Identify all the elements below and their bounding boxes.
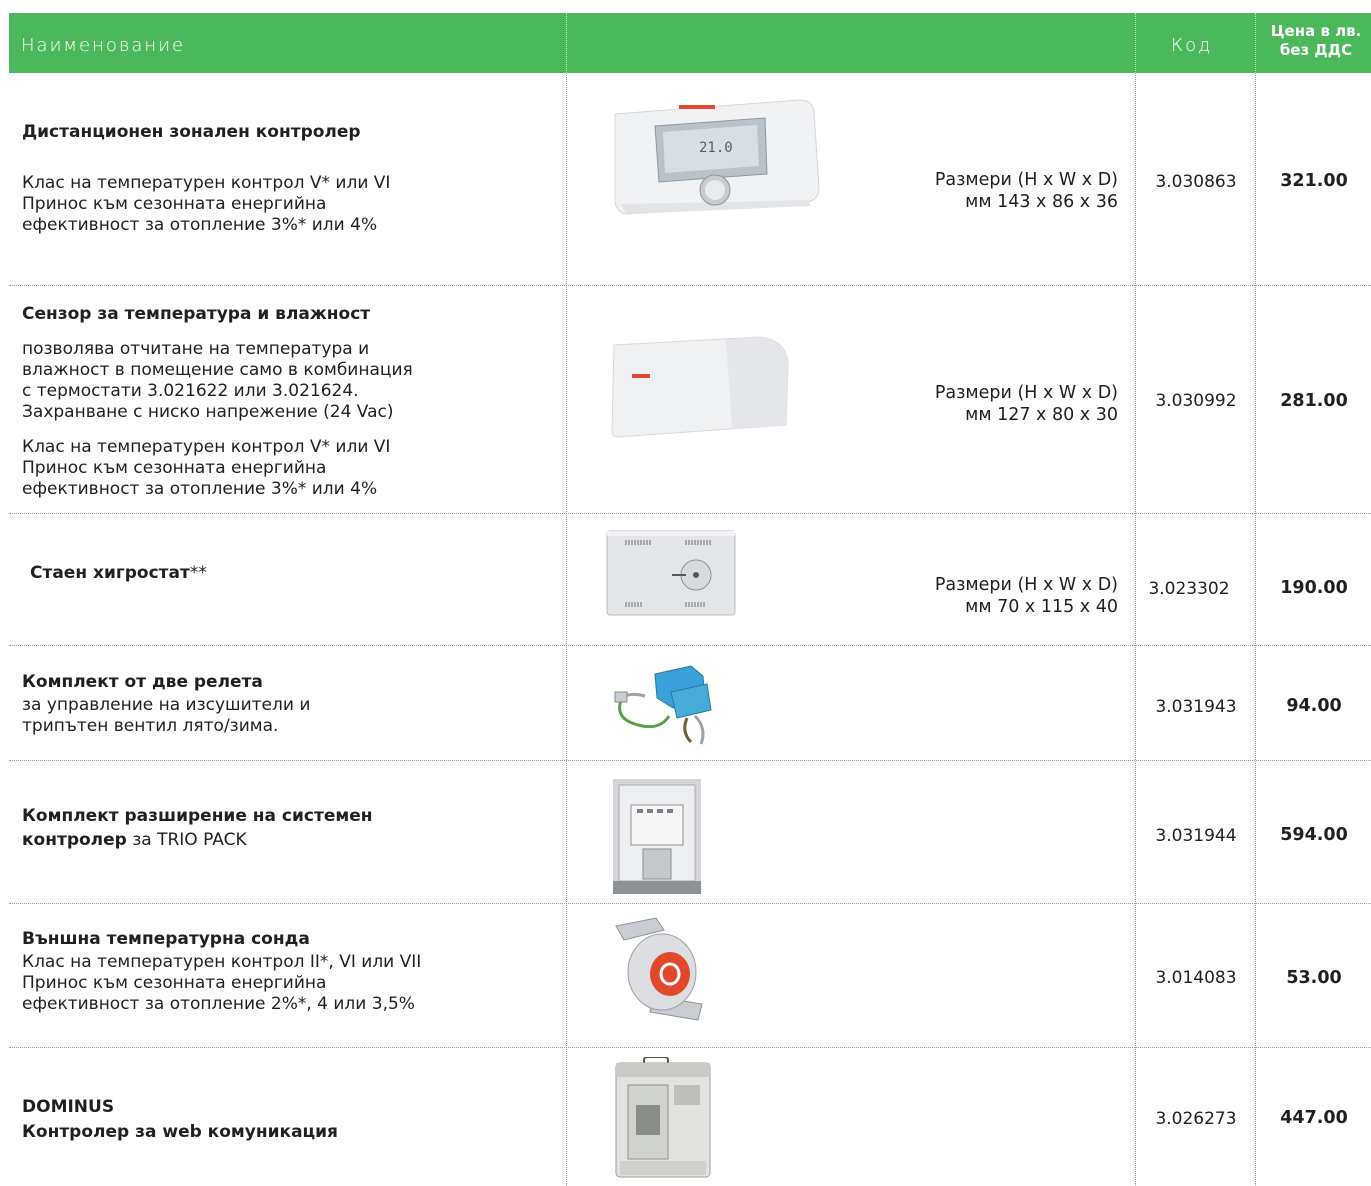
product-title-text: контролер: [22, 830, 127, 850]
header-divider: [1135, 13, 1136, 73]
hygrostat-image: [606, 530, 738, 622]
header-divider: [1255, 13, 1256, 73]
product-code: 3.026273: [1155, 1109, 1237, 1129]
product-description: Клас на температурен контрол V* или VI П…: [22, 173, 391, 235]
product-code: 3.014083: [1155, 968, 1237, 988]
product-title-line2: контролер за TRIO PACK: [22, 830, 247, 850]
row-divider: [9, 1047, 1371, 1048]
product-description: Клас на температурен контрол II*, VI или…: [22, 952, 422, 1014]
expansion-kit-image: [613, 779, 701, 898]
product-title: DOMINUS: [22, 1097, 115, 1117]
product-title-text: Стаен хигростат: [30, 563, 190, 583]
product-dimensions: Размери (H x W x D) мм 127 x 80 x 30: [934, 383, 1118, 425]
column-divider: [1135, 73, 1136, 1186]
product-title: Стаен хигростат**: [30, 563, 207, 583]
product-title-suffix: за TRIO PACK: [126, 830, 247, 850]
footnote-mark: **: [189, 563, 207, 583]
product-code: 3.030992: [1155, 391, 1237, 411]
column-header-code: Код: [1171, 35, 1213, 56]
product-price: 94.00: [1286, 696, 1342, 716]
product-title: Сензор за температура и влажност: [22, 304, 371, 324]
product-price: 53.00: [1286, 968, 1342, 988]
product-description: за управление на изсушители и трипътен в…: [22, 695, 311, 736]
outdoor-probe-image: [612, 916, 708, 1032]
column-divider: [566, 73, 567, 1186]
column-header-name: Наименование: [21, 35, 186, 56]
product-dimensions: Размери (H x W x D) мм 70 x 115 x 40: [934, 575, 1118, 617]
product-price: 190.00: [1280, 578, 1348, 598]
product-title: Дистанционен зонален контролер: [22, 122, 361, 142]
product-dimensions: Размери (H x W x D) мм 143 x 86 x 36: [934, 170, 1118, 212]
price-header-line1: Цена в лв.: [1270, 22, 1362, 40]
row-divider: [9, 760, 1371, 761]
column-divider: [1255, 73, 1256, 1186]
row-divider: [9, 645, 1371, 646]
product-price: 281.00: [1280, 391, 1348, 411]
header-divider: [566, 13, 567, 73]
humidity-sensor-image: [608, 333, 793, 447]
product-price: 594.00: [1280, 825, 1348, 845]
product-price: 321.00: [1280, 171, 1348, 191]
column-header-price: Цена в лв. без ДДС: [1261, 22, 1371, 60]
product-title: Външна температурна сонда: [22, 929, 310, 949]
product-code: 3.031944: [1155, 826, 1237, 846]
row-divider: [9, 285, 1371, 286]
product-code: 3.023302: [1148, 579, 1230, 599]
product-code: 3.031943: [1155, 697, 1237, 717]
product-class-text: Клас на температурен контрол V* или VI П…: [22, 437, 391, 499]
product-title-line2: Контролер за web комуникация: [22, 1122, 338, 1142]
product-price: 447.00: [1280, 1108, 1348, 1128]
table-header: Наименование Код Цена в лв. без ДДС: [9, 13, 1371, 73]
product-title: Комплект разширение на системен: [22, 806, 373, 826]
relay-kit-image: [611, 662, 721, 752]
room-controller-image: 21.0: [607, 96, 822, 220]
product-description: позволява отчитане на температура и влаж…: [22, 339, 413, 422]
svg-text:21.0: 21.0: [699, 140, 733, 156]
dominus-image: [614, 1056, 712, 1185]
row-divider: [9, 903, 1371, 904]
product-title: Комплект от две релета: [22, 672, 263, 692]
row-divider: [9, 513, 1371, 514]
product-code: 3.030863: [1155, 172, 1237, 192]
price-header-line2: без ДДС: [1279, 41, 1353, 59]
